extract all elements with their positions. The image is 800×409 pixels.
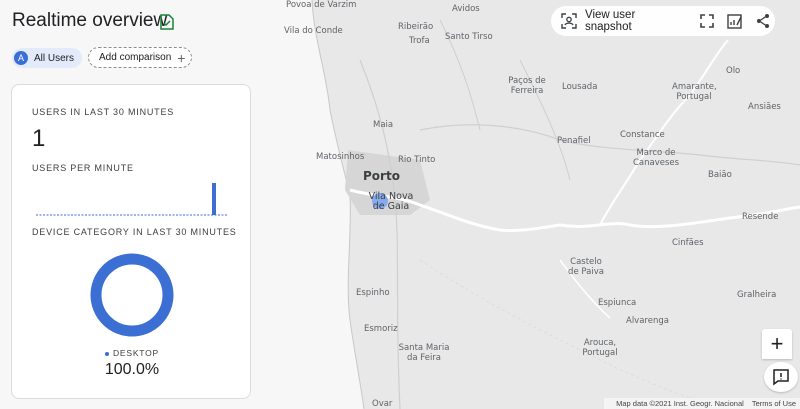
place-avidos: Avidos — [452, 4, 480, 14]
place-povoa-de-varzim: Povoa de Varzim — [286, 0, 357, 10]
map-data-credit: Map data ©2021 Inst. Geogr. Nacional — [616, 399, 744, 408]
realtime-summary-card: USERS IN LAST 30 MINUTES 1 USERS PER MIN… — [11, 84, 251, 399]
place-alvarenga: Alvarenga — [626, 316, 669, 326]
place-vila-nova-de-gaia: Vila Nova de Gaia — [368, 191, 414, 212]
place-santa-maria-da-feira: Santa Maria da Feira — [398, 343, 450, 363]
audience-chip[interactable]: A All Users — [12, 48, 83, 68]
terms-of-use-link[interactable]: Terms of Use — [752, 399, 796, 408]
place-vila-do-conde: Vila do Conde — [284, 26, 343, 36]
place-rio-tinto: Rio Tinto — [398, 155, 436, 165]
place-arouca: Arouca, Portugal — [582, 338, 618, 358]
user-snapshot-icon[interactable] — [557, 9, 581, 33]
map-toolbar: View user snapshot — [551, 6, 775, 36]
place-marco-de-canaveses: Marco de Canaveses — [632, 148, 680, 168]
feedback-button[interactable] — [764, 362, 798, 392]
feedback-icon — [773, 369, 789, 386]
place-porto: Porto — [363, 169, 400, 183]
report-status-icon[interactable] — [160, 14, 174, 30]
map-attribution: Map data ©2021 Inst. Geogr. Nacional Ter… — [604, 398, 800, 409]
edit-report-icon[interactable] — [723, 9, 747, 33]
donut-legend: DESKTOP — [12, 348, 252, 358]
add-comparison-label: Add comparison — [99, 52, 172, 63]
place-amarante: Amarante, Portugal — [672, 82, 717, 102]
legend-dot — [104, 351, 109, 356]
place-maia: Maia — [373, 120, 394, 130]
view-user-snapshot-button[interactable]: View user snapshot — [585, 9, 685, 33]
place-gralheira: Gralheira — [737, 290, 777, 300]
place-ansiaes: Ansiães — [748, 102, 781, 112]
place-matosinhos: Matosinhos — [316, 152, 365, 162]
audience-avatar: A — [14, 51, 28, 65]
donut-segment-desktop — [90, 253, 174, 337]
legend-label: DESKTOP — [112, 348, 160, 358]
place-baiao: Baião — [708, 170, 732, 180]
place-constance: Constance — [620, 130, 665, 140]
zoom-in-button[interactable]: + — [762, 329, 792, 359]
plus-icon: + — [770, 331, 784, 356]
place-espinho: Espinho — [356, 288, 390, 298]
place-trofa: Trofa — [409, 36, 430, 46]
place-santo-tirso: Santo Tirso — [445, 32, 493, 42]
place-olo: Olo — [726, 66, 741, 76]
chart-bar — [212, 183, 216, 215]
place-pacos-de-ferreira: Paços de Ferreira — [508, 76, 546, 96]
users-per-minute-label: USERS PER MINUTE — [32, 163, 134, 173]
place-resende: Resende — [742, 212, 779, 222]
fullscreen-icon[interactable] — [695, 9, 719, 33]
add-comparison-button[interactable]: Add comparison + — [88, 47, 193, 68]
plus-icon: + — [177, 49, 186, 66]
place-castelo-de-paiva: Castelo de Paiva — [568, 257, 604, 277]
place-espiunca: Espiunca — [598, 298, 637, 308]
place-ovar: Ovar — [372, 399, 393, 409]
left-pane: Realtime overview A All Users Add compar… — [0, 0, 262, 409]
place-ribeirao: Ribeirão — [398, 22, 434, 32]
users-last-30-value: 1 — [32, 125, 46, 152]
place-esmoriz: Esmoriz — [364, 324, 398, 334]
users-per-minute-chart[interactable] — [36, 179, 228, 217]
legend-value: 100.0% — [104, 361, 160, 378]
place-cinfaes: Cinfães — [672, 238, 704, 248]
audience-label: All Users — [34, 52, 75, 64]
device-category-label: DEVICE CATEGORY IN LAST 30 MINUTES — [32, 227, 237, 237]
share-icon[interactable] — [751, 9, 775, 33]
page-title: Realtime overview — [12, 10, 168, 31]
device-donut-chart[interactable] — [90, 253, 174, 337]
users-last-30-label: USERS IN LAST 30 MINUTES — [32, 107, 175, 117]
place-penafiel: Penafiel — [557, 136, 591, 146]
place-lousada: Lousada — [562, 82, 598, 92]
